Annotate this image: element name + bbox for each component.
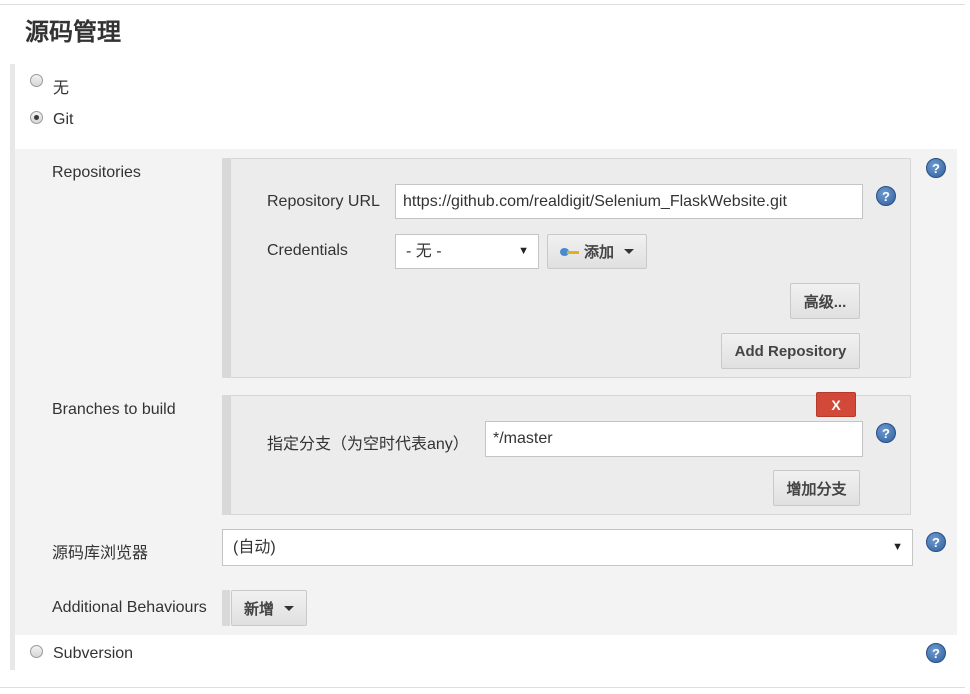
repository-url-input[interactable]: https://github.com/realdigit/Selenium_Fl… — [395, 184, 863, 219]
caret-down-icon — [284, 605, 294, 611]
bottom-divider — [0, 687, 965, 688]
advanced-button[interactable]: 高级... — [790, 283, 860, 319]
add-behaviour-label: 新增 — [243, 600, 274, 618]
repository-browser-value: (自动) — [233, 539, 276, 556]
scm-none-radio[interactable] — [30, 74, 43, 87]
add-repository-button[interactable]: Add Repository — [721, 333, 860, 369]
delete-branch-button[interactable]: X — [816, 392, 856, 417]
repositories-help-icon[interactable]: ? — [926, 158, 946, 178]
branch-specifier-input[interactable]: */master — [485, 421, 863, 457]
repositories-panel-handle — [222, 158, 230, 378]
add-behaviour-button[interactable]: 新增 — [231, 590, 307, 626]
add-credentials-label: 添加 — [583, 244, 614, 261]
branch-specifier-label: 指定分支（为空时代表any） — [267, 436, 469, 453]
top-divider — [0, 4, 965, 5]
subversion-help-icon[interactable]: ? — [926, 643, 946, 663]
branch-specifier-help-icon[interactable]: ? — [876, 423, 896, 443]
add-branch-button[interactable]: 增加分支 — [773, 470, 860, 506]
branches-label: Branches to build — [52, 401, 176, 418]
repository-browser-label: 源码库浏览器 — [52, 545, 149, 562]
scm-subversion-radio[interactable] — [30, 645, 43, 658]
caret-down-icon — [624, 249, 634, 254]
scm-git-radio[interactable] — [30, 111, 43, 124]
credentials-select[interactable]: - 无 - ▼ — [395, 234, 539, 269]
repository-browser-help-icon[interactable]: ? — [926, 532, 946, 552]
credentials-select-value: - 无 - — [406, 243, 442, 260]
repository-url-help-icon[interactable]: ? — [876, 186, 896, 206]
scm-subversion-label[interactable]: Subversion — [53, 645, 133, 663]
branches-panel-handle — [222, 395, 230, 515]
key-icon — [559, 247, 580, 257]
scm-git-label[interactable]: Git — [53, 111, 73, 129]
repository-url-label: Repository URL — [267, 193, 380, 210]
credentials-label: Credentials — [267, 242, 348, 259]
scm-none-label[interactable]: 无 — [53, 74, 69, 98]
caret-down-icon: ▼ — [892, 541, 903, 553]
add-credentials-button[interactable]: 添加 — [547, 234, 647, 269]
repositories-label: Repositories — [52, 164, 141, 181]
section-title: 源码管理 — [25, 19, 121, 46]
additional-behaviours-label: Additional Behaviours — [52, 599, 207, 616]
repository-browser-select[interactable]: (自动) ▼ — [222, 529, 913, 566]
behaviours-panel-handle — [222, 590, 230, 626]
caret-down-icon: ▼ — [518, 245, 529, 257]
